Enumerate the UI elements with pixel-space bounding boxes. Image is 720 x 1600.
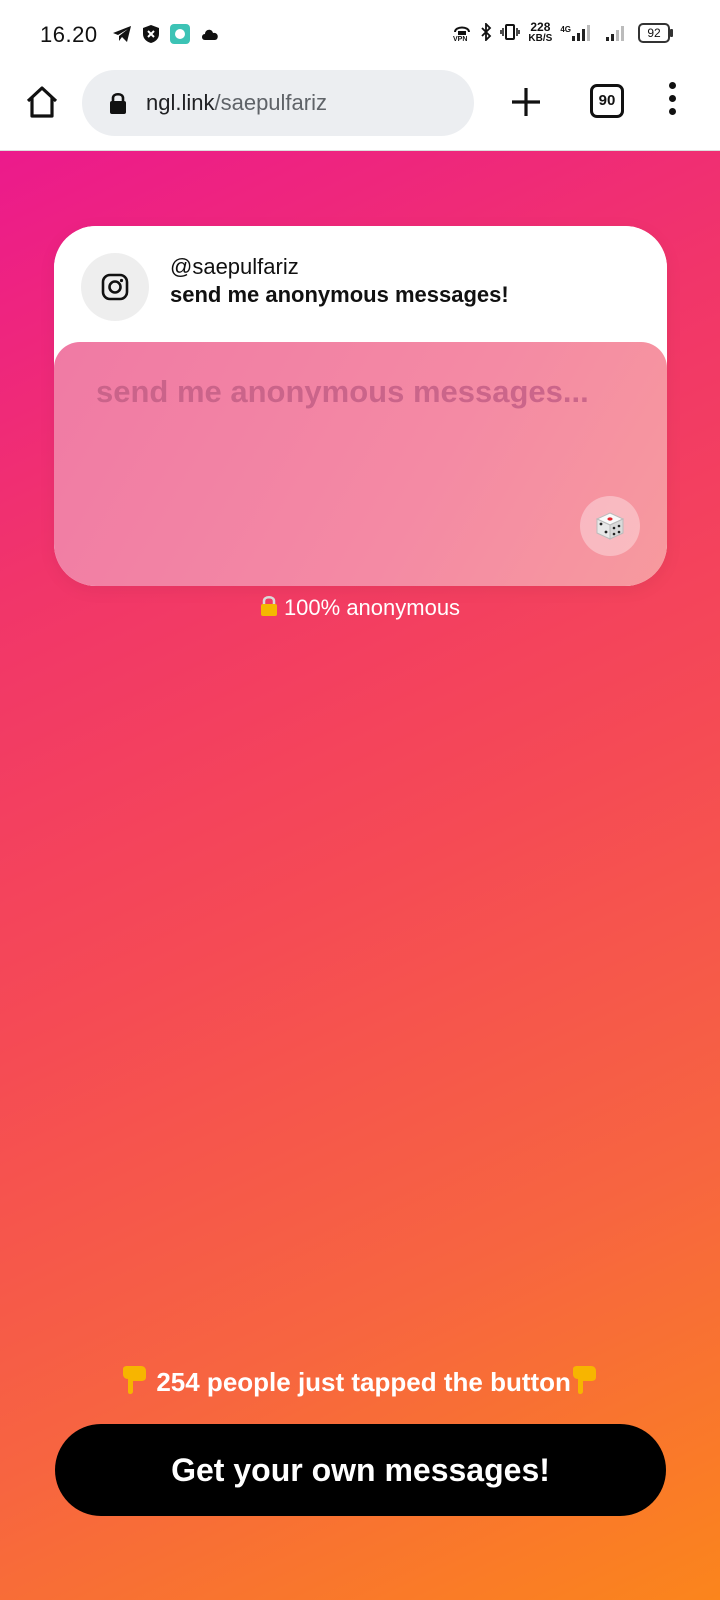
lock-icon <box>108 91 128 115</box>
net-speed-value: 228 <box>530 20 551 34</box>
svg-text:VPN: VPN <box>453 36 467 41</box>
battery-icon: 92 <box>638 23 673 43</box>
get-messages-button[interactable]: Get your own messages! <box>55 1424 666 1516</box>
card-header: @saepulfariz send me anonymous messages! <box>54 226 667 342</box>
vibrate-icon <box>500 23 521 44</box>
url-path: /saepulfariz <box>214 90 327 115</box>
pointing-down-icon <box>121 1365 149 1402</box>
username: @saepulfariz <box>170 254 299 279</box>
page-background: @saepulfariz send me anonymous messages! <box>0 151 720 1600</box>
address-bar[interactable]: ngl.link/saepulfariz <box>82 70 474 136</box>
home-icon[interactable] <box>24 84 60 120</box>
status-right: VPN 228 KB/S 4G 92 <box>452 20 673 44</box>
net-speed-unit: KB/S <box>528 33 553 44</box>
message-card: @saepulfariz send me anonymous messages! <box>54 226 667 586</box>
bluetooth-icon <box>480 21 492 44</box>
net-speed: 228 KB/S <box>528 20 553 44</box>
social-proof-text: 254 people just tapped the button <box>156 1367 571 1397</box>
message-area <box>54 342 667 586</box>
signal-icon: 4G <box>560 25 590 41</box>
status-time: 16.20 <box>40 22 98 47</box>
status-bar: 16.20 VPN 228 KB/S 4G 92 <box>0 0 720 70</box>
signal-icon <box>606 25 624 41</box>
new-tab-icon[interactable] <box>508 84 544 120</box>
tab-switcher-button[interactable]: 90 <box>590 84 624 118</box>
anonymous-note: 100% anonymous <box>0 595 720 621</box>
lock-emoji-icon <box>260 595 278 616</box>
telegram-icon <box>112 25 132 48</box>
vpn-icon: VPN <box>452 23 472 44</box>
anonymous-note-text: 100% anonymous <box>283 595 461 620</box>
url-text[interactable]: ngl.link/saepulfariz <box>146 90 327 116</box>
pointing-down-icon <box>571 1365 599 1402</box>
prompt-text: send me anonymous messages! <box>170 282 509 307</box>
app-notification-icon <box>170 24 190 49</box>
more-menu-icon[interactable] <box>666 82 678 122</box>
url-domain: ngl.link <box>146 90 215 115</box>
message-input[interactable] <box>94 372 618 496</box>
instagram-icon <box>81 253 149 321</box>
network-type: 4G <box>560 25 571 34</box>
cloud-icon <box>200 27 220 46</box>
dice-button[interactable] <box>580 496 640 556</box>
shield-icon <box>142 24 160 49</box>
status-left-icons <box>112 24 220 49</box>
dice-icon <box>595 512 625 540</box>
social-proof: 254 people just tapped the button <box>0 1365 720 1402</box>
browser-toolbar: ngl.link/saepulfariz 90 <box>0 70 720 151</box>
